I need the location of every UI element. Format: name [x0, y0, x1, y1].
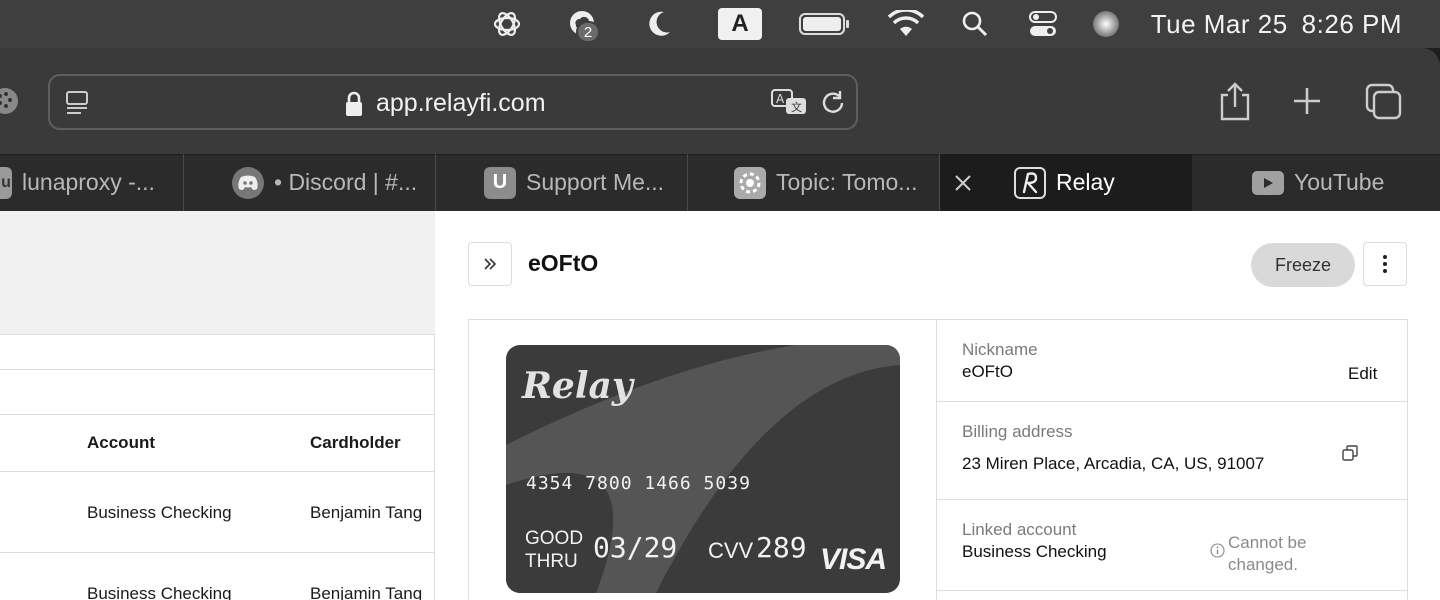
linked-account-note: Cannot be changed. [1228, 532, 1306, 576]
spotlight-search-icon[interactable] [958, 8, 992, 40]
tab-discord[interactable]: • Discord | #... [184, 154, 436, 211]
nickname-value: eOFtO [962, 362, 1014, 381]
column-header-cardholder[interactable]: Cardholder [310, 433, 401, 453]
cards-list-pane: Account Cardholder Business Checking Ben… [0, 211, 435, 600]
list-header-area [0, 211, 435, 335]
divider [936, 319, 937, 600]
info-icon [1209, 542, 1225, 558]
wifi-icon[interactable] [886, 8, 926, 40]
youtube-icon [1252, 170, 1284, 195]
chatgpt-icon[interactable] [490, 8, 524, 40]
tab-label: lunaproxy -... [22, 169, 155, 195]
lunaproxy-favicon-icon: u [0, 166, 12, 199]
tab-relay[interactable]: Relay [940, 154, 1192, 211]
tab-label: Topic: Tomo... [776, 169, 918, 195]
tab-label: Relay [1056, 169, 1115, 195]
siri-icon[interactable] [1090, 8, 1122, 40]
divider [937, 590, 1407, 591]
support-favicon-icon: U [484, 166, 516, 199]
kebab-menu-icon [1383, 255, 1387, 273]
reload-icon[interactable] [818, 88, 848, 118]
tab-lunaproxy[interactable]: u lunaproxy -... [0, 154, 184, 211]
linked-account-label: Linked account [962, 520, 1077, 539]
menu-bar-clock[interactable]: Tue Mar 25 8:26 PM [1151, 8, 1402, 40]
relay-icon [1014, 166, 1046, 199]
edit-nickname-link[interactable]: Edit [1348, 364, 1377, 384]
translate-icon[interactable]: A文 [770, 86, 810, 120]
extension-icon[interactable] [0, 86, 20, 116]
note-line-1: Cannot be [1228, 533, 1307, 552]
relay-card-logo: Relay [522, 365, 633, 407]
nickname-label: Nickname [962, 340, 1038, 359]
battery-icon[interactable] [798, 8, 852, 40]
collapse-panel-button[interactable] [468, 242, 512, 286]
input-source-icon[interactable]: A [718, 8, 762, 40]
tab-youtube[interactable]: YouTube [1192, 154, 1440, 211]
note-line-2: changed. [1228, 555, 1298, 574]
good-thru-line-2: THRU [525, 551, 578, 572]
account-cell: Business Checking [87, 503, 232, 522]
divider [0, 369, 435, 370]
tab-support[interactable]: U Support Me... [436, 154, 688, 211]
close-tab-icon[interactable] [950, 170, 976, 196]
notification-badge: 2 [576, 21, 600, 43]
cloud-notification-icon[interactable]: 2 [562, 8, 604, 43]
virtual-card[interactable]: Relay 4354 7800 1466 5039 GOOD THRU 03/2… [506, 345, 900, 593]
double-chevron-right-icon [484, 258, 497, 270]
good-thru-line-1: GOOD [525, 528, 584, 549]
tab-label: YouTube [1294, 169, 1385, 195]
card-title: eOFtO [528, 250, 599, 276]
billing-address-label: Billing address [962, 422, 1073, 441]
tab-label: Support Me... [526, 169, 665, 195]
billing-address-value: 23 Miren Place, Arcadia, CA, US, 91007 [962, 454, 1265, 473]
divider [0, 471, 435, 472]
tab-topic[interactable]: Topic: Tomo... [688, 154, 940, 211]
moon-icon[interactable] [642, 8, 676, 40]
control-center-icon[interactable] [1026, 8, 1060, 40]
cardholder-cell: Benjamin Tang [310, 503, 423, 522]
divider [937, 401, 1407, 402]
svg-text:A: A [776, 92, 785, 106]
url-text[interactable]: app.relayfi.com [376, 88, 546, 118]
visa-logo: VISA [820, 543, 887, 576]
clock-date: Tue Mar 25 [1150, 9, 1288, 39]
linked-account-value: Business Checking [962, 542, 1107, 561]
column-header-account[interactable]: Account [87, 433, 155, 453]
copy-icon[interactable] [1340, 443, 1360, 463]
divider [0, 414, 435, 415]
good-thru-label: GOOD THRU [525, 527, 583, 573]
cvv-label: CVV [708, 538, 754, 563]
card-cvv[interactable]: 289 [756, 531, 807, 564]
divider [937, 499, 1407, 500]
tab-overview-icon[interactable] [1364, 82, 1404, 122]
discord-icon [232, 166, 264, 199]
more-options-button[interactable] [1363, 242, 1407, 286]
share-icon[interactable] [1216, 80, 1254, 122]
clock-time: 8:26 PM [1301, 9, 1402, 39]
divider [0, 552, 435, 553]
freeze-button[interactable]: Freeze [1251, 243, 1355, 287]
account-cell: Business Checking [87, 584, 232, 600]
new-tab-icon[interactable] [1290, 84, 1324, 118]
lock-icon [342, 90, 366, 118]
card-number[interactable]: 4354 7800 1466 5039 [526, 473, 751, 494]
gear-badge-icon [734, 166, 766, 199]
svg-text:文: 文 [791, 100, 802, 114]
reader-view-icon[interactable] [62, 88, 92, 118]
card-expiry[interactable]: 03/29 [593, 531, 677, 564]
cardholder-cell: Benjamin Tang [310, 584, 423, 600]
tab-label: • Discord | #... [274, 169, 418, 195]
